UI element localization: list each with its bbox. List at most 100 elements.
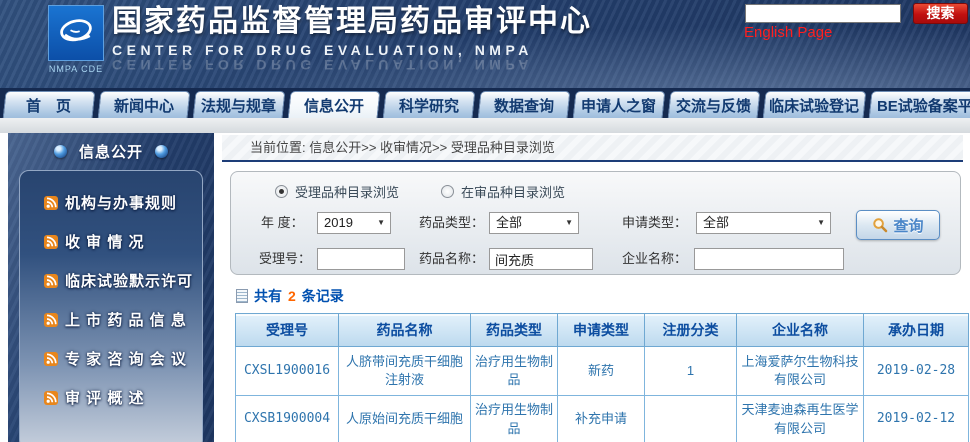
content-body: 信息公开 机构与办事规则 收 审 情 况 [0, 133, 970, 442]
rss-icon [44, 352, 58, 366]
filter-panel: 受理品种目录浏览 在审品种目录浏览 年 度： 2019 ▼ 药品类型： [230, 171, 961, 275]
drug-name-input[interactable] [489, 248, 593, 270]
rss-icon [44, 235, 58, 249]
year-select-value: 2019 [324, 215, 353, 230]
nav-tab[interactable]: 信息公开 [288, 91, 381, 118]
table-cell: 2019-02-12 [864, 396, 969, 442]
table-cell: 治疗用生物制品 [471, 396, 558, 442]
apply-type-select-value: 全部 [703, 215, 729, 230]
sidebar-item-label: 审 评 概 述 [65, 387, 145, 408]
nav-tab-label: 交流与反馈 [676, 95, 751, 116]
sidebar-item[interactable]: 收 审 情 况 [20, 222, 202, 261]
main-content: 当前位置: 信息公开>> 收审情况>> 受理品种目录浏览 受理品种目录浏览 在审… [222, 135, 963, 442]
drug-type-select[interactable]: 全部 ▼ [489, 212, 579, 234]
site-header: NMPA CDE 国家药品监督管理局药品审评中心 CENTER FOR DRUG… [0, 0, 970, 88]
count-number: 2 [288, 288, 296, 304]
rss-icon [44, 313, 58, 327]
sphere-icon [54, 145, 67, 158]
year-select[interactable]: 2019 ▼ [317, 212, 391, 234]
sphere-icon [155, 145, 168, 158]
nav-tab-label: 首 页 [26, 95, 71, 116]
radio-accepted-catalog[interactable]: 受理品种目录浏览 [275, 182, 399, 201]
count-suffix: 条记录 [302, 286, 344, 306]
nav-tab-label: 临床试验登记 [769, 95, 859, 116]
sidebar-item[interactable]: 机构与办事规则 [20, 183, 202, 222]
nav-tab-label: 信息公开 [304, 95, 364, 116]
year-label: 年 度： [261, 212, 304, 234]
nav-tab[interactable]: 新闻中心 [98, 91, 191, 118]
count-prefix: 共有 [254, 286, 282, 306]
sidebar: 信息公开 机构与办事规则 收 审 情 况 [8, 133, 214, 442]
sidebar-item[interactable]: 审 评 概 述 [20, 378, 202, 417]
company-input[interactable] [694, 248, 844, 270]
radio-in-review-catalog[interactable]: 在审品种目录浏览 [441, 182, 565, 201]
nav-tab-label: BE试验备案平台 [877, 95, 970, 116]
query-button[interactable]: 查询 [856, 210, 940, 240]
nav-tab[interactable]: 首 页 [3, 91, 96, 118]
breadcrumb: 当前位置: 信息公开>> 收审情况>> 受理品种目录浏览 [222, 135, 963, 162]
radio-in-review-label: 在审品种目录浏览 [461, 182, 565, 201]
nav-tab[interactable]: 申请人之窗 [573, 91, 666, 118]
drug-name-label: 药品名称： [419, 248, 484, 270]
main-nav: 首 页 新闻中心 法规与规章 信息公开 科学研究 数据查询 申请人之窗 交流与反… [0, 88, 970, 118]
column-header: 企业名称 [737, 314, 864, 347]
nav-tab-label: 新闻中心 [114, 95, 174, 116]
results-table: 受理号药品名称药品类型申请类型注册分类企业名称承办日期 CXSL1900016人… [235, 313, 969, 442]
table-row: CXSL1900016人脐带间充质干细胞注射液治疗用生物制品新药1上海爱萨尔生物… [236, 347, 969, 396]
sidebar-title-label: 信息公开 [79, 141, 143, 162]
nav-tab[interactable]: 科学研究 [383, 91, 476, 118]
rss-icon [44, 391, 58, 405]
sidebar-item[interactable]: 上 市 药 品 信 息 [20, 300, 202, 339]
magnifier-icon [872, 217, 888, 233]
sidebar-item[interactable]: 专 家 咨 询 会 议 [20, 339, 202, 378]
radio-checked-icon[interactable] [275, 185, 288, 198]
radio-unchecked-icon[interactable] [441, 185, 454, 198]
nav-tab-label: 数据查询 [494, 95, 554, 116]
acceptance-no-input[interactable] [317, 248, 405, 270]
drug-type-select-value: 全部 [496, 215, 522, 230]
sidebar-item-label: 临床试验默示许可 [65, 270, 193, 291]
catalog-radio-group: 受理品种目录浏览 在审品种目录浏览 [275, 182, 565, 201]
query-button-label: 查询 [893, 215, 923, 236]
company-label: 企业名称： [622, 248, 687, 270]
chevron-down-icon: ▼ [817, 213, 825, 233]
table-cell: 人原始间充质干细胞 [339, 396, 471, 442]
radio-accepted-label: 受理品种目录浏览 [295, 182, 399, 201]
rss-icon [44, 196, 58, 210]
table-cell: 1 [645, 347, 737, 396]
column-header: 受理号 [236, 314, 339, 347]
column-header: 药品名称 [339, 314, 471, 347]
chevron-down-icon: ▼ [565, 213, 573, 233]
nav-tab[interactable]: 交流与反馈 [668, 91, 761, 118]
site-search-button[interactable]: 搜索 [913, 3, 968, 24]
nav-tab[interactable]: 数据查询 [478, 91, 571, 118]
sidebar-item[interactable]: 临床试验默示许可 [20, 261, 202, 300]
nav-tab-label: 申请人之窗 [581, 95, 656, 116]
table-cell: 人脐带间充质干细胞注射液 [339, 347, 471, 396]
nav-tab-label: 科学研究 [399, 95, 459, 116]
drug-type-label: 药品类型： [419, 212, 484, 234]
rss-icon [44, 274, 58, 288]
nav-tab[interactable]: 临床试验登记 [763, 91, 867, 118]
apply-type-select[interactable]: 全部 ▼ [696, 212, 831, 234]
nav-tab[interactable]: 法规与规章 [193, 91, 286, 118]
sidebar-title: 信息公开 [8, 133, 214, 170]
column-header: 申请类型 [558, 314, 645, 347]
english-page-link[interactable]: English Page [744, 24, 832, 41]
apply-type-label: 申请类型： [622, 212, 687, 234]
sidebar-item-label: 机构与办事规则 [65, 192, 177, 213]
site-search-input[interactable] [745, 4, 901, 23]
table-row: CXSB1900004人原始间充质干细胞治疗用生物制品补充申请天津麦迪森再生医学… [236, 396, 969, 442]
header-search-area: 搜索 English Page [0, 0, 970, 88]
table-cell: 治疗用生物制品 [471, 347, 558, 396]
table-cell: 补充申请 [558, 396, 645, 442]
nav-bottom-strip [0, 118, 970, 133]
table-cell: 2019-02-28 [864, 347, 969, 396]
table-cell: CXSL1900016 [236, 347, 339, 396]
nav-tab[interactable]: BE试验备案平台 [869, 91, 970, 118]
chevron-down-icon: ▼ [377, 213, 385, 233]
table-cell: 新药 [558, 347, 645, 396]
sidebar-item-label: 上 市 药 品 信 息 [65, 309, 187, 330]
sidebar-item-label: 收 审 情 况 [65, 231, 145, 252]
list-icon [236, 289, 248, 303]
